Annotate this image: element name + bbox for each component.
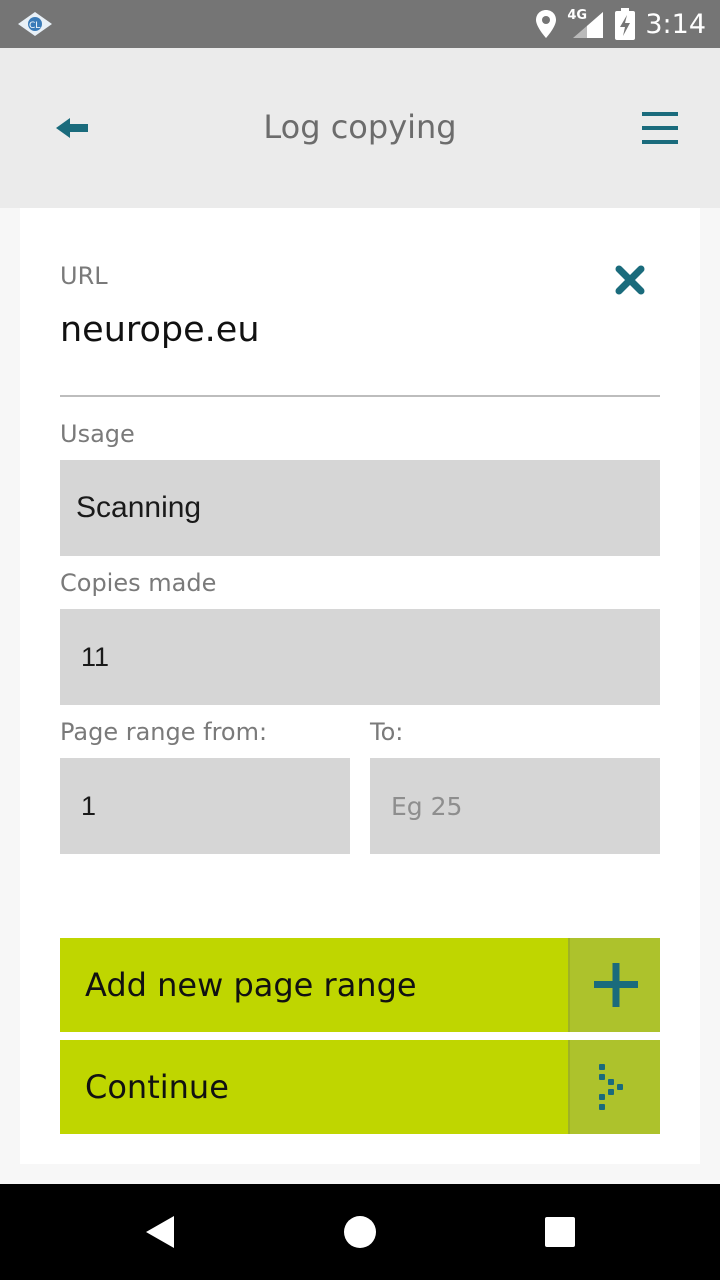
usage-select[interactable]: Scanning [60,460,660,556]
battery-charging-icon [615,8,636,40]
range-to-placeholder: Eg 25 [391,791,463,821]
signal-icon: 4G [567,8,605,40]
status-bar: CL 4G 3:14 [0,0,720,48]
add-icon-box [568,938,660,1032]
continue-icon-box [568,1040,660,1134]
network-type-label: 4G [567,8,588,23]
system-nav-bar [0,1184,720,1280]
range-from-label: Page range from: [60,718,268,746]
usage-label: Usage [60,420,135,448]
range-to-input[interactable]: Eg 25 [370,758,660,854]
location-icon [536,10,557,38]
plus-icon [594,963,638,1007]
url-value: neurope.eu [60,310,260,350]
usage-value: Scanning [76,491,202,524]
copies-input[interactable]: 11 [60,609,660,705]
continue-label: Continue [85,1068,229,1106]
nav-back-icon[interactable] [134,1204,190,1260]
dotted-arrow-icon [599,1064,623,1110]
clock: 3:14 [645,8,706,40]
continue-button[interactable]: Continue [60,1040,660,1134]
add-page-range-button[interactable]: Add new page range [60,938,660,1032]
range-from-input[interactable]: 1 [60,758,350,854]
hamburger-menu-icon[interactable] [640,108,680,148]
close-icon[interactable] [614,264,646,296]
log-copying-form: URL neurope.eu Usage Scanning Copies mad… [20,208,700,1164]
copies-label: Copies made [60,569,217,597]
page-title: Log copying [263,108,457,146]
svg-text:CL: CL [29,21,40,31]
app-logo-icon: CL [18,12,52,36]
divider [60,395,660,397]
range-from-value: 1 [81,790,97,821]
url-label: URL [60,262,108,290]
range-to-label: To: [370,718,404,746]
nav-home-icon[interactable] [332,1204,388,1260]
copies-value: 11 [81,641,110,672]
app-bar: Log copying [0,48,720,208]
nav-recents-icon[interactable] [532,1204,588,1260]
add-page-range-label: Add new page range [85,966,417,1004]
